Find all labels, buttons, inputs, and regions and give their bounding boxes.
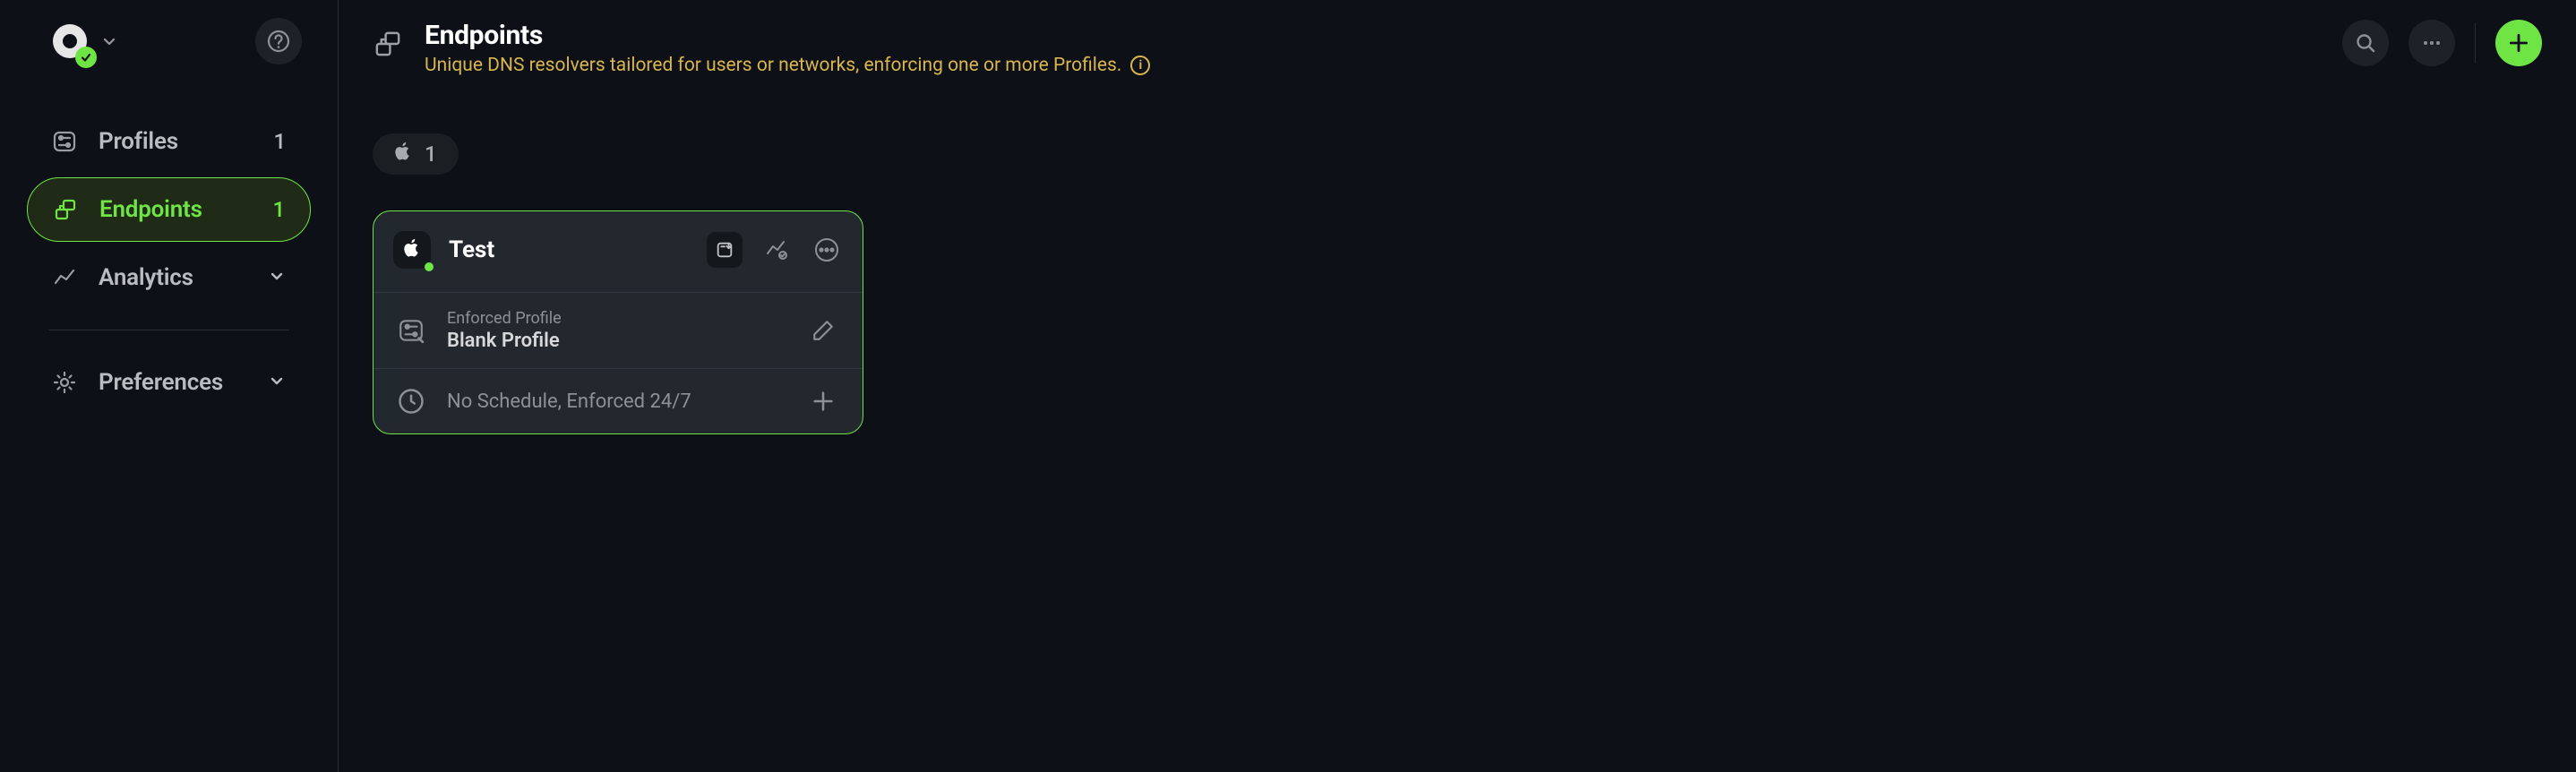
sidebar-item-count: 1 (273, 197, 285, 222)
gear-icon (52, 370, 79, 395)
divider (2475, 23, 2476, 63)
search-button[interactable] (2342, 20, 2389, 66)
chevron-down-icon (268, 370, 286, 395)
schedule-text: No Schedule, Enforced 24/7 (447, 390, 786, 413)
sliders-icon (52, 129, 79, 154)
sidebar-item-preferences[interactable]: Preferences (27, 350, 311, 415)
endpoint-avatar (393, 231, 431, 269)
clock-icon (397, 388, 425, 415)
analytics-button[interactable] (760, 234, 793, 266)
apple-icon (403, 238, 421, 262)
card-more-button[interactable] (811, 234, 843, 266)
app-logo[interactable] (50, 21, 90, 61)
endpoint-card[interactable]: Test (373, 210, 863, 434)
account-switcher-chevron[interactable] (100, 32, 118, 50)
profile-icon (397, 317, 425, 344)
card-header: Test (374, 211, 863, 293)
add-endpoint-button[interactable] (2495, 20, 2542, 66)
info-icon[interactable]: i (1130, 56, 1150, 75)
chevron-down-icon (268, 265, 286, 290)
sidebar-item-profiles[interactable]: Profiles 1 (27, 109, 311, 174)
filter-chip-apple[interactable]: 1 (373, 133, 459, 175)
more-options-button[interactable] (2409, 20, 2455, 66)
page-header: Endpoints Unique DNS resolvers tailored … (373, 20, 2542, 76)
sidebar-item-label: Endpoints (99, 196, 202, 223)
filter-chip-count: 1 (425, 142, 437, 167)
sidebar-header (0, 18, 338, 109)
help-button[interactable] (255, 18, 302, 64)
endpoints-icon (53, 197, 80, 222)
sidebar: Profiles 1 Endpoints 1 Analytics (0, 0, 339, 772)
main-content: Endpoints Unique DNS resolvers tailored … (339, 0, 2576, 772)
sidebar-nav: Profiles 1 Endpoints 1 Analytics (0, 109, 338, 415)
sidebar-item-analytics[interactable]: Analytics (27, 245, 311, 310)
page-subtitle: Unique DNS resolvers tailored for users … (425, 55, 1121, 76)
sidebar-item-label: Preferences (99, 369, 223, 396)
enforced-profile-label: Enforced Profile (447, 309, 786, 328)
status-ok-badge (75, 47, 97, 68)
status-dot (425, 262, 434, 271)
sidebar-item-count: 1 (274, 129, 286, 154)
endpoint-name: Test (449, 236, 689, 263)
header-actions (2342, 20, 2542, 66)
card-row-schedule: No Schedule, Enforced 24/7 (374, 369, 863, 433)
chart-line-icon (52, 265, 79, 290)
edit-profile-button[interactable] (807, 314, 839, 347)
sidebar-item-label: Analytics (99, 264, 193, 291)
apple-icon (394, 142, 412, 167)
sidebar-item-endpoints[interactable]: Endpoints 1 (27, 177, 311, 242)
endpoints-icon (373, 29, 403, 63)
card-row-profile: Enforced Profile Blank Profile (374, 293, 863, 369)
filter-chips: 1 (373, 133, 2542, 175)
add-schedule-button[interactable] (807, 385, 839, 417)
page-title: Endpoints (425, 20, 1150, 51)
install-button[interactable] (707, 232, 743, 268)
enforced-profile-value: Blank Profile (447, 330, 786, 352)
sidebar-item-label: Profiles (99, 128, 178, 155)
